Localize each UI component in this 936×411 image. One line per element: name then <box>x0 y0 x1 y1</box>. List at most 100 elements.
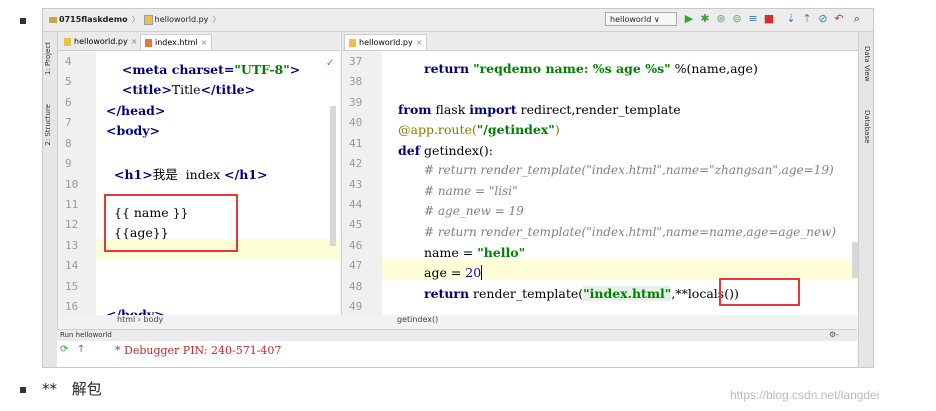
data-view-tool-tab[interactable]: Data View <box>863 46 871 82</box>
line-number-gutter: 37 38 39 40 41 42 43 44 45 46 47 48 49 <box>342 51 382 315</box>
code-line: # name = "lisi" <box>424 184 518 198</box>
scrollbar[interactable] <box>330 106 336 246</box>
code-token: return <box>424 61 470 76</box>
code-token: "hello" <box>477 245 526 260</box>
tab-helloworld-py[interactable]: helloworld.py × <box>60 34 141 49</box>
scrollbar[interactable] <box>852 242 858 278</box>
run-panel-header: Run helloworld <box>57 330 857 341</box>
breadcrumb-file[interactable]: helloworld.py <box>155 15 209 24</box>
code-token: <title> <box>121 82 172 97</box>
structure-tool-tab[interactable]: 2: Structure <box>44 104 52 146</box>
code-token: return <box>424 286 470 301</box>
breadcrumb-project[interactable]: 0715flaskdemo <box>59 15 128 24</box>
vcs-update-icon[interactable]: ⇣ <box>785 13 797 25</box>
line-number: 5 <box>65 75 72 88</box>
code-token: "UTF-8" <box>234 62 290 77</box>
code-line: def getindex(): <box>398 143 493 158</box>
python-file-icon <box>64 37 71 46</box>
database-tool-tab[interactable]: Database <box>863 110 871 143</box>
run-icon[interactable]: ▶ <box>683 13 695 25</box>
coverage-icon[interactable]: ⊛ <box>715 13 727 25</box>
stop-icon[interactable]: ■ <box>763 13 775 25</box>
line-number: 42 <box>349 157 363 170</box>
tab-label: helloworld.py <box>74 37 128 46</box>
ide-window: 0715flaskdemo 〉 helloworld.py 〉 hellowor… <box>42 8 874 368</box>
code-line: <meta charset="UTF-8"> <box>98 62 300 77</box>
watermark: https://blog.csdn.net/langdei <box>730 388 880 402</box>
code-token: "index.html" <box>583 286 672 301</box>
python-file-icon <box>143 14 153 25</box>
code-token: "/getindex" <box>476 122 555 137</box>
run-config-select[interactable]: helloworld ∨ <box>605 12 677 26</box>
code-token: <meta charset= <box>121 62 235 77</box>
code-line: # return render_template("index.html",na… <box>424 163 834 177</box>
line-number: 39 <box>349 96 363 109</box>
line-number: 49 <box>349 300 363 313</box>
code-token: ) <box>554 122 560 137</box>
project-tool-tab[interactable]: 1: Project <box>44 42 52 75</box>
line-number-gutter: 4 5 6 7 8 9 10 11 12 13 14 15 16 <box>58 51 96 315</box>
stack-icon[interactable]: ≡ <box>747 13 759 25</box>
profile-icon[interactable]: ⊚ <box>731 13 743 25</box>
line-number: 40 <box>349 116 363 129</box>
code-token: "reqdemo name: %s age %s" <box>473 61 671 76</box>
code-line: age = 20 <box>424 265 483 280</box>
check-icon: ✓ <box>326 58 335 69</box>
code-token: </title> <box>200 82 256 97</box>
close-icon[interactable]: × <box>201 35 208 50</box>
code-token: <body> <box>106 123 161 138</box>
line-number: 43 <box>349 178 363 191</box>
revert-icon[interactable]: ↶ <box>833 13 845 25</box>
line-number: 10 <box>65 178 79 191</box>
settings-icon[interactable]: ⚙- <box>829 330 839 339</box>
annotation-box <box>104 194 238 252</box>
tab-index-html[interactable]: index.html × <box>140 34 213 50</box>
python-file-icon <box>349 38 356 47</box>
code-token: redirect,render_template <box>516 102 681 117</box>
scroll-up-icon[interactable]: ↑ <box>77 344 85 355</box>
caption-line: ** 解包 <box>42 378 102 399</box>
code-token: </h1> <box>224 167 268 182</box>
code-token: </head> <box>106 103 166 118</box>
code-token: name = <box>424 245 478 260</box>
right-tool-stripe: Data View Database <box>858 32 873 367</box>
code-token: def <box>398 143 421 158</box>
left-editor-breadcrumb: html › body <box>117 315 164 324</box>
left-editor-tabs: helloworld.py × index.html × <box>58 32 340 51</box>
code-line: return "reqdemo name: %s age %s" %(name,… <box>424 61 758 76</box>
right-editor-tabs: helloworld.py × <box>342 32 858 51</box>
code-token: flask <box>431 102 470 117</box>
code-line: <body> <box>106 123 160 138</box>
line-number: 41 <box>349 137 363 150</box>
console-output: * Debugger PIN: 240-571-407 <box>115 344 282 357</box>
caption-stars: ** <box>42 380 57 398</box>
search-icon[interactable]: ⌕ <box>851 13 863 25</box>
line-number: 14 <box>65 259 79 272</box>
line-number: 8 <box>65 137 72 150</box>
line-number: 46 <box>349 239 363 252</box>
code-line: from flask import redirect,render_templa… <box>398 102 681 117</box>
line-number: 7 <box>65 116 72 129</box>
line-number: 9 <box>65 157 72 170</box>
code-token: %(name,age) <box>670 61 758 76</box>
run-panel-title: Run helloworld <box>60 331 112 339</box>
code-token: render_template( <box>469 286 584 301</box>
line-number: 37 <box>349 55 363 68</box>
tab-label: index.html <box>155 38 198 47</box>
vcs-commit-icon[interactable]: ⇡ <box>801 13 813 25</box>
line-number: 48 <box>349 280 363 293</box>
code-line: return render_template("index.html",**lo… <box>424 286 739 301</box>
text-cursor <box>481 265 483 280</box>
debug-icon[interactable]: ✱ <box>699 13 711 25</box>
line-number: 47 <box>349 259 363 272</box>
vcs-history-icon[interactable]: ⊘ <box>817 13 829 25</box>
code-line: @app.route("/getindex") <box>398 122 560 137</box>
code-line: # return render_template("index.html",na… <box>424 225 837 239</box>
code-line: # age_new = 19 <box>424 204 524 218</box>
close-icon[interactable]: × <box>131 34 138 49</box>
close-icon[interactable]: × <box>416 35 423 50</box>
left-tool-stripe: 1: Project 2: Structure <box>43 32 58 367</box>
rerun-icon[interactable]: ⟳ <box>60 344 68 355</box>
line-number: 44 <box>349 198 363 211</box>
tab-helloworld-py[interactable]: helloworld.py × <box>344 34 428 50</box>
